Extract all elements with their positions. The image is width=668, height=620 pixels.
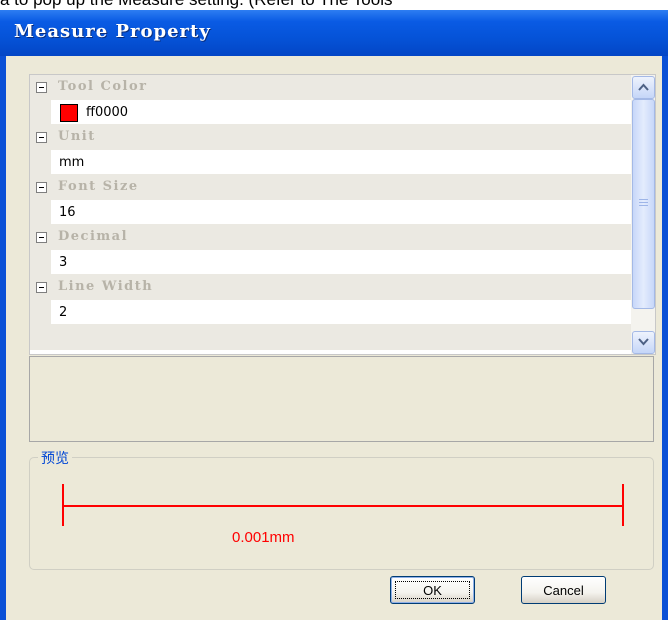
dialog-client-area: Tool Color ff0000 Unit mm Font Size 16 D… (6, 56, 662, 620)
category-row-unit[interactable]: Unit (30, 125, 631, 150)
property-row-unit[interactable]: mm (30, 150, 631, 175)
property-description-box (29, 356, 654, 442)
category-row-partial (30, 325, 631, 350)
cancel-button-label: Cancel (543, 582, 584, 598)
preview-group-box (29, 457, 654, 570)
category-label: Decimal (58, 229, 129, 244)
focus-rect (395, 581, 470, 599)
category-label: Unit (58, 129, 96, 144)
property-value: 2 (59, 305, 68, 320)
category-row-font-size[interactable]: Font Size (30, 175, 631, 200)
property-value: 3 (59, 255, 68, 270)
grip-line (639, 205, 648, 206)
row-indent (30, 250, 51, 275)
vertical-scrollbar[interactable] (631, 75, 655, 354)
preview-measure-label: 0.001mm (232, 529, 295, 546)
background-document-strip: a to pop up the Measure setting. (Refer … (0, 0, 668, 10)
property-grid: Tool Color ff0000 Unit mm Font Size 16 D… (29, 74, 656, 355)
property-row-font-size[interactable]: 16 (30, 200, 631, 225)
scrollbar-thumb[interactable] (632, 99, 655, 309)
property-row-decimal[interactable]: 3 (30, 250, 631, 275)
chevron-up-icon[interactable] (632, 76, 655, 99)
row-indent (30, 150, 51, 175)
property-grid-rows: Tool Color ff0000 Unit mm Font Size 16 D… (30, 75, 631, 350)
collapse-icon[interactable] (36, 182, 47, 193)
grip-line (639, 199, 648, 200)
collapse-icon[interactable] (36, 82, 47, 93)
category-label: Tool Color (58, 79, 148, 94)
row-indent (30, 200, 51, 225)
background-document-text: a to pop up the Measure setting. (Refer … (0, 0, 393, 10)
preview-group-title: 预览 (38, 448, 72, 468)
ok-button[interactable]: OK (390, 576, 475, 604)
row-indent (30, 300, 51, 325)
property-value: mm (59, 155, 85, 170)
category-label: Line Width (58, 279, 154, 294)
collapse-icon[interactable] (36, 282, 47, 293)
category-row-decimal[interactable]: Decimal (30, 225, 631, 250)
measure-property-dialog: Measure Property Tool Color ff0000 Unit (0, 10, 668, 620)
row-indent (30, 100, 51, 125)
collapse-icon[interactable] (36, 232, 47, 243)
grip-line (639, 202, 648, 203)
cancel-button[interactable]: Cancel (521, 576, 606, 604)
category-row-tool-color[interactable]: Tool Color (30, 75, 631, 100)
property-row-line-width[interactable]: 2 (30, 300, 631, 325)
window-title: Measure Property (14, 21, 211, 42)
chevron-down-icon[interactable] (632, 331, 655, 354)
property-row-tool-color[interactable]: ff0000 (30, 100, 631, 125)
property-value: 16 (59, 205, 76, 220)
title-bar[interactable]: Measure Property (0, 10, 668, 56)
property-value: ff0000 (86, 105, 129, 120)
category-label: Font Size (58, 179, 139, 194)
color-swatch (60, 104, 78, 122)
preview-measure-line (63, 505, 623, 507)
collapse-icon[interactable] (36, 132, 47, 143)
category-row-line-width[interactable]: Line Width (30, 275, 631, 300)
preview-tick-right (622, 484, 624, 526)
